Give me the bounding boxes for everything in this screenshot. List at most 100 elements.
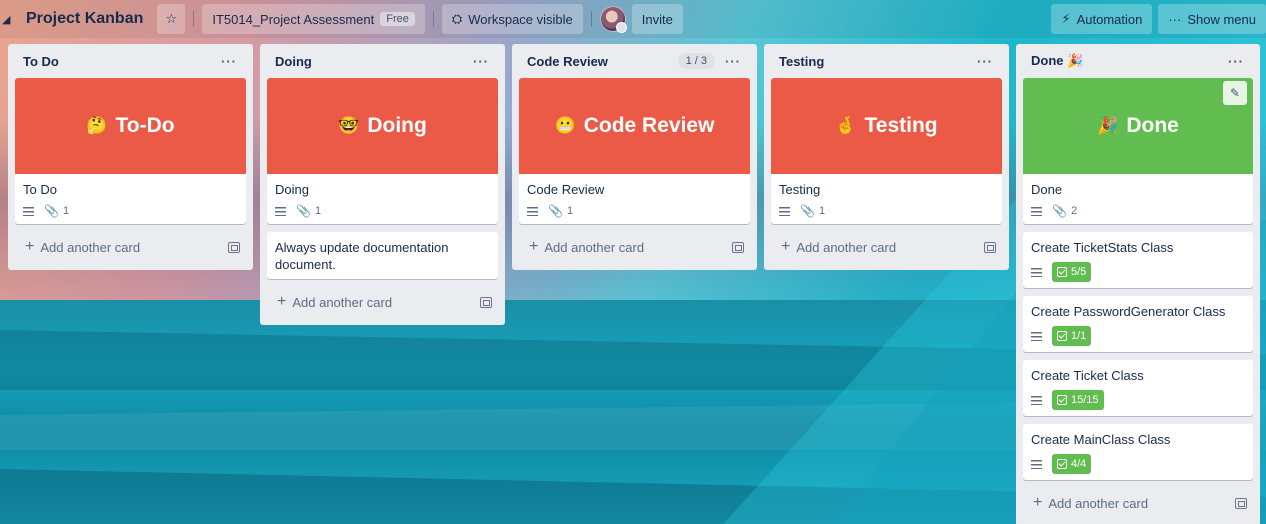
divider: [432, 11, 434, 27]
cover-text: Doing: [367, 114, 427, 137]
avatar[interactable]: [599, 6, 627, 33]
description-icon: [1031, 459, 1042, 469]
card[interactable]: 🤞 Testing Testing 📎 1: [771, 78, 1002, 224]
people-icon: ⛭: [451, 11, 463, 26]
nerd-emoji-icon: 🤓: [338, 116, 360, 135]
template-icon[interactable]: [480, 296, 492, 308]
add-card-label: Add another card: [796, 239, 897, 255]
add-card-label: Add another card: [292, 294, 393, 310]
cover-text: Done: [1126, 114, 1179, 137]
checklist-badge: 5/5: [1052, 262, 1092, 282]
card-title: Code Review: [527, 182, 605, 197]
description-icon: [1031, 267, 1042, 277]
plus-icon: +: [25, 238, 35, 255]
add-card-button[interactable]: + Add another card: [771, 232, 1002, 262]
list-menu-icon[interactable]: ···: [1224, 54, 1248, 69]
add-card-button[interactable]: + Add another card: [15, 232, 246, 262]
list-title[interactable]: Code Review: [527, 54, 678, 69]
template-icon[interactable]: [228, 241, 240, 253]
caret-icon[interactable]: ◢: [0, 13, 12, 26]
board-title[interactable]: Project Kanban: [18, 4, 151, 34]
card-cover: 😬 Code Review: [519, 78, 750, 174]
visibility-label: Workspace visible: [468, 11, 573, 27]
description-icon: [1031, 395, 1042, 405]
invite-button[interactable]: Invite: [631, 4, 683, 34]
card-cover: 🤔 To-Do: [15, 78, 246, 174]
visibility-button[interactable]: ⛭ Workspace visible: [441, 4, 583, 34]
list-header[interactable]: Testing ···: [771, 44, 1002, 78]
add-card-button[interactable]: + Add another card: [267, 287, 498, 317]
template-icon[interactable]: [984, 241, 996, 253]
grimace-emoji-icon: 😬: [554, 116, 576, 135]
checkbox-icon: [1057, 395, 1067, 405]
invite-label: Invite: [641, 11, 673, 27]
description-icon: [527, 206, 538, 216]
board-header: ◢ Project Kanban ☆ IT5014_Project Assess…: [0, 0, 1266, 38]
card[interactable]: 🤔 To-Do To Do 📎 1: [15, 78, 246, 224]
description-icon: [1031, 206, 1042, 216]
show-menu-button[interactable]: ··· Show menu: [1158, 4, 1266, 34]
checkbox-icon: [1057, 459, 1067, 469]
list-title[interactable]: Done 🎉: [1031, 53, 1224, 69]
description-icon: [23, 206, 34, 216]
card-title: Always update documentation document.: [275, 240, 449, 272]
description-icon: [275, 206, 286, 216]
checkbox-icon: [1057, 267, 1067, 277]
card[interactable]: Create Ticket Class 15/15: [1023, 360, 1253, 416]
list-code-review: Code Review 1 / 3 ··· 😬 Code Review Code…: [512, 44, 757, 270]
card-title: Create TicketStats Class: [1031, 240, 1174, 255]
add-card-button[interactable]: + Add another card: [1023, 488, 1253, 518]
card-title: Create PasswordGenerator Class: [1031, 304, 1226, 319]
attachment-badge: 📎 2: [1052, 204, 1078, 218]
add-card-button[interactable]: + Add another card: [519, 232, 750, 262]
card-cover: 🤓 Doing: [267, 78, 498, 174]
edit-pencil-icon[interactable]: ✎: [1223, 81, 1247, 105]
template-icon[interactable]: [1235, 497, 1247, 509]
card[interactable]: Always update documentation document.: [267, 232, 498, 279]
list-menu-icon[interactable]: ···: [721, 54, 745, 69]
card-cover: 🤞 Testing: [771, 78, 1002, 174]
show-menu-label: Show menu: [1187, 11, 1256, 27]
plus-icon: +: [1033, 494, 1043, 511]
workspace-button[interactable]: IT5014_Project Assessment Free: [202, 4, 425, 34]
more-icon: ···: [1168, 11, 1182, 27]
workspace-label: IT5014_Project Assessment: [212, 11, 375, 27]
wip-limit-badge: 1 / 3: [677, 53, 715, 69]
add-card-label: Add another card: [1048, 495, 1149, 511]
party-popper-emoji-icon: 🎉: [1097, 116, 1119, 135]
description-icon: [779, 206, 790, 216]
list-header[interactable]: Done 🎉 ···: [1023, 44, 1253, 78]
checklist-badge: 4/4: [1052, 454, 1092, 474]
automation-button[interactable]: ⚡ Automation: [1051, 4, 1153, 34]
card[interactable]: Create PasswordGenerator Class 1/1: [1023, 296, 1253, 352]
list-doing: Doing ··· 🤓 Doing Doing 📎 1 Always update…: [260, 44, 505, 325]
list-title[interactable]: Doing: [275, 54, 469, 69]
card[interactable]: 😬 Code Review Code Review 📎 1: [519, 78, 750, 224]
card[interactable]: 🎉 Done ✎ Done 📎 2: [1023, 78, 1253, 224]
paperclip-icon: 📎: [1052, 204, 1067, 218]
list-title[interactable]: Testing: [779, 54, 973, 69]
list-header[interactable]: Code Review 1 / 3 ···: [519, 44, 750, 78]
card[interactable]: 🤓 Doing Doing 📎 1: [267, 78, 498, 224]
card[interactable]: Create TicketStats Class 5/5: [1023, 232, 1253, 288]
list-menu-icon[interactable]: ···: [973, 54, 997, 69]
card[interactable]: Create MainClass Class 4/4: [1023, 424, 1253, 480]
divider: [193, 11, 195, 27]
star-button[interactable]: ☆: [157, 4, 186, 34]
list-menu-icon[interactable]: ···: [469, 54, 493, 69]
template-icon[interactable]: [732, 241, 744, 253]
card-title: Create Ticket Class: [1031, 368, 1144, 383]
admin-badge-icon: [615, 22, 627, 33]
paperclip-icon: 📎: [548, 204, 563, 218]
list-menu-icon[interactable]: ···: [217, 54, 241, 69]
card-cover: 🎉 Done: [1023, 78, 1253, 174]
card-title: Doing: [275, 182, 309, 197]
list-header[interactable]: Doing ···: [267, 44, 498, 78]
list-header[interactable]: To Do ···: [15, 44, 246, 78]
paperclip-icon: 📎: [800, 204, 815, 218]
plus-icon: +: [277, 293, 287, 310]
list-title[interactable]: To Do: [23, 54, 217, 69]
list-to-do: To Do ··· 🤔 To-Do To Do 📎 1 + Add another…: [8, 44, 253, 270]
lightning-icon: ⚡: [1061, 11, 1071, 26]
checklist-badge: 15/15: [1052, 390, 1104, 410]
